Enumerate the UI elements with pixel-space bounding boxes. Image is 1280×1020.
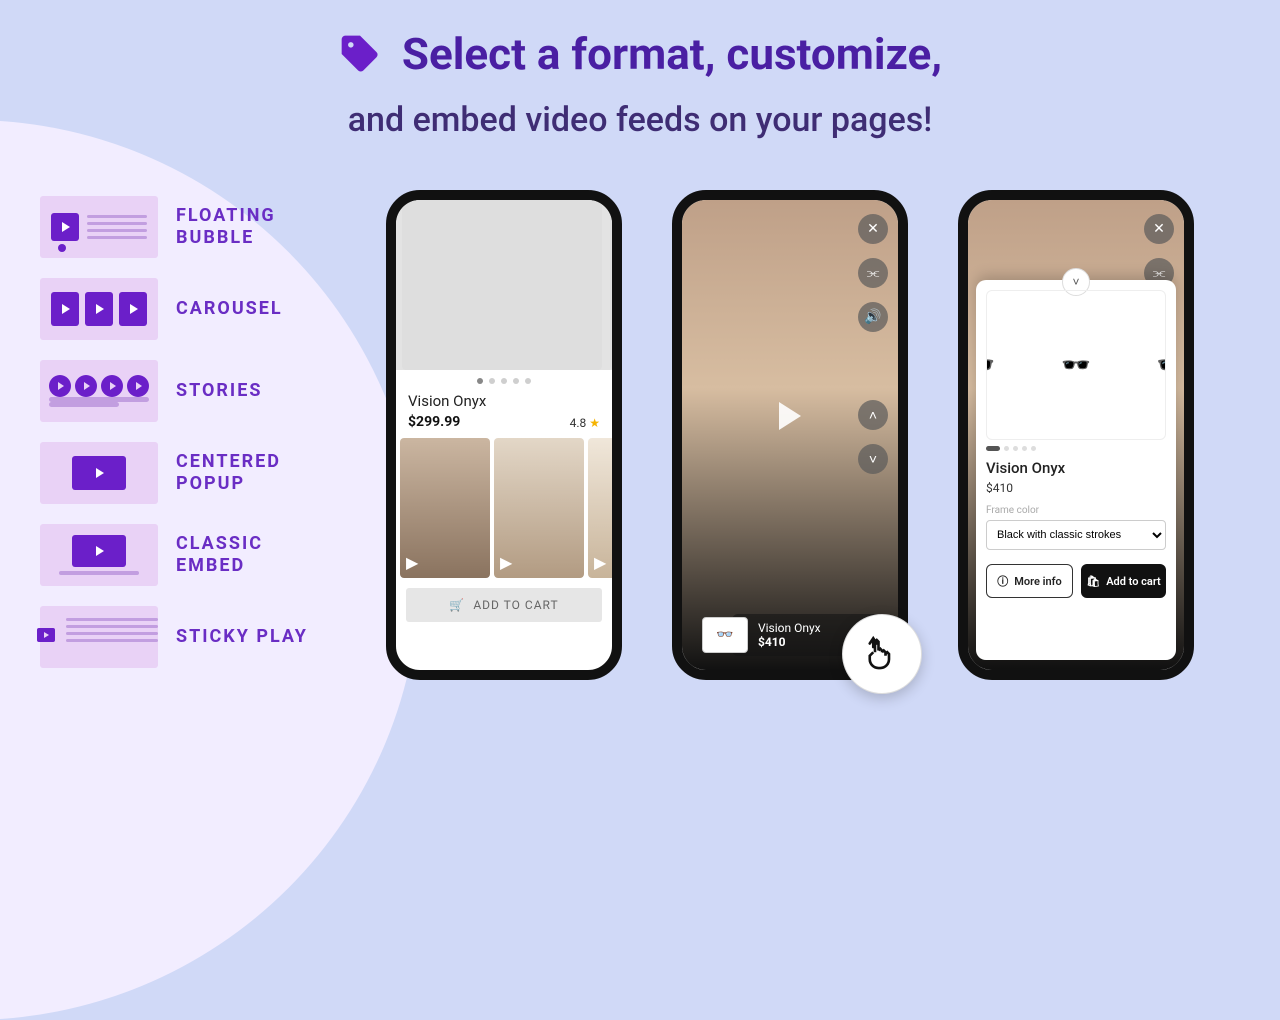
more-info-button[interactable]: ⓘMore info (986, 564, 1073, 598)
format-classic-embed[interactable]: CLASSIC EMBED (40, 524, 316, 586)
format-list: FLOATING BUBBLE CAROUSEL STORIES CENTERE… (40, 196, 316, 668)
sound-icon[interactable]: 🔊 (858, 302, 888, 332)
format-label: CENTERED POPUP (176, 451, 316, 494)
info-icon: ⓘ (997, 573, 1008, 589)
hero-subtitle: and embed video feeds on your pages! (0, 100, 1280, 140)
product-title: Vision Onyx (758, 621, 821, 635)
close-icon[interactable]: ✕ (858, 214, 888, 244)
play-icon: ▶ (594, 553, 606, 572)
format-sticky-play[interactable]: STICKY PLAY (40, 606, 316, 668)
tag-icon (338, 32, 382, 76)
format-centered-popup[interactable]: CENTERED POPUP (40, 442, 316, 504)
swipe-up-hint (842, 614, 922, 694)
format-floating-bubble[interactable]: FLOATING BUBBLE (40, 196, 316, 258)
play-icon: ▶ (406, 553, 418, 572)
phone-preview-product-sheet: ✕ ⫘ 🔊 ˅ 🕶️ 🕶️ 🕶️ Vision Onyx $410 Frame … (958, 190, 1194, 680)
format-label: FLOATING BUBBLE (176, 205, 316, 248)
video-thumb[interactable]: ▶ (588, 438, 612, 578)
product-rating: 4.8 ★ (570, 416, 600, 430)
product-title: Vision Onyx (986, 459, 1166, 477)
product-title: Vision Onyx (408, 392, 486, 410)
product-image-carousel[interactable]: 🕶️ 🕶️ 🕶️ (986, 290, 1166, 440)
format-label: CAROUSEL (176, 298, 283, 320)
add-to-cart-button[interactable]: 🛒 ADD TO CART (406, 588, 602, 622)
product-thumb: 👓 (702, 617, 748, 653)
close-icon[interactable]: ✕ (1144, 214, 1174, 244)
format-carousel[interactable]: CAROUSEL (40, 278, 316, 340)
product-price: $299.99 (408, 414, 486, 430)
video-thumb[interactable]: ▶ (494, 438, 584, 578)
format-label: STORIES (176, 380, 262, 402)
format-stories[interactable]: STORIES (40, 360, 316, 422)
carousel-dots[interactable] (986, 446, 1166, 451)
play-icon: ▶ (500, 553, 512, 572)
play-icon[interactable] (779, 402, 801, 430)
product-price: $410 (758, 635, 821, 649)
hero-title: Select a format, customize, (338, 28, 942, 80)
video-thumb-row[interactable]: ▶ ▶ ▶ (396, 434, 612, 578)
phone-preview-product-page: Vision Onyx $299.99 4.8 ★ ▶ ▶ ▶ 🛒 ADD TO… (386, 190, 622, 680)
phone-preview-fullscreen-video: ✕ ⫘ 🔊 ˄ ˅ 👓 Vision Onyx $410 (672, 190, 908, 680)
add-to-cart-button[interactable]: 🛍Add to cart (1081, 564, 1166, 598)
product-sheet: ˅ 🕶️ 🕶️ 🕶️ Vision Onyx $410 Frame color … (976, 280, 1176, 660)
cart-icon: 🛒 (449, 598, 465, 612)
product-price: $410 (986, 481, 1166, 495)
chevron-down-icon[interactable]: ˅ (858, 444, 888, 474)
star-icon: ★ (589, 416, 600, 430)
share-icon[interactable]: ⫘ (858, 258, 888, 288)
hero-carousel[interactable] (396, 200, 612, 370)
video-thumb[interactable]: ▶ (400, 438, 490, 578)
format-label: STICKY PLAY (176, 626, 308, 648)
format-label: CLASSIC EMBED (176, 533, 316, 576)
variant-label: Frame color (986, 505, 1166, 516)
chevron-up-icon[interactable]: ˄ (858, 400, 888, 430)
variant-select[interactable]: Black with classic strokes (986, 520, 1166, 550)
cart-icon: 🛍 (1086, 575, 1100, 588)
